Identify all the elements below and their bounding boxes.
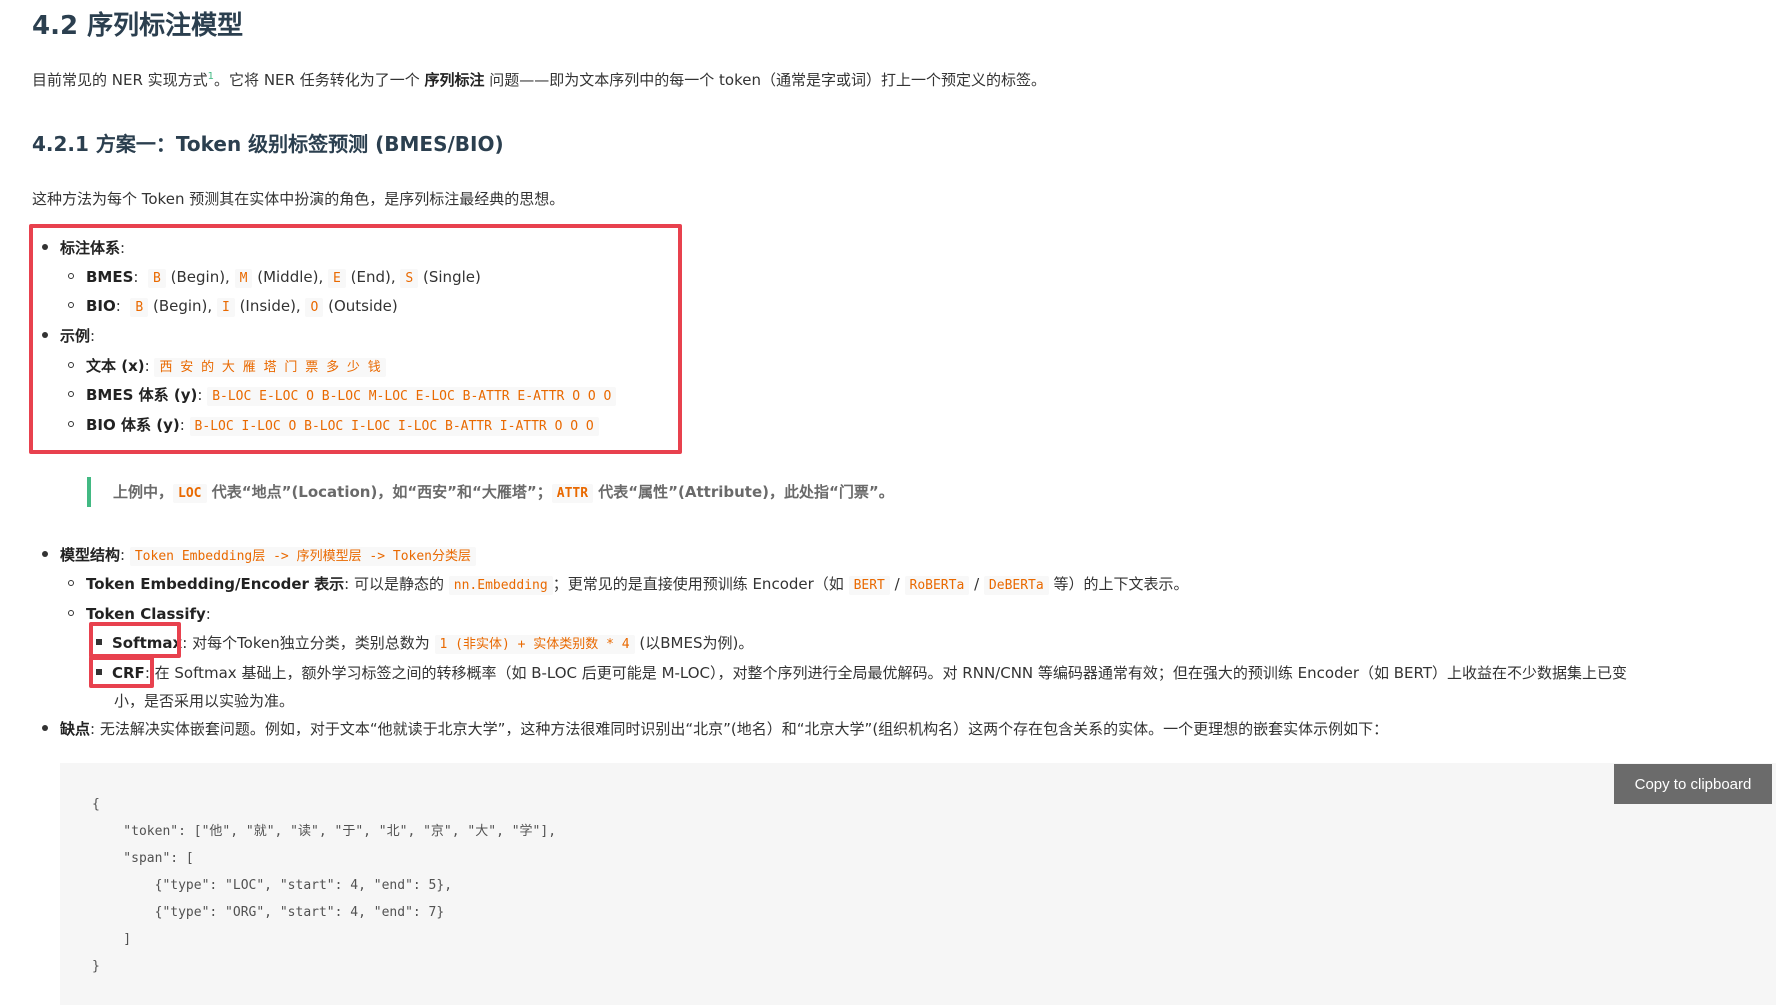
highlight-box-annotation [29,224,682,454]
list-item-embedding: Token Embedding/Encoder 表示: 可以是静态的 nn.Em… [68,573,1189,597]
code-content[interactable]: { "token": ["他", "就", "读", "于", "北", "京"… [92,791,556,980]
highlight-box-softmax [89,622,181,658]
section-heading: 4.2 序列标注模型 [32,11,244,41]
list-item-crf-continuation: 小，是否采用以实验为准。 [114,692,295,710]
copy-to-clipboard-button[interactable]: Copy to clipboard [1614,764,1772,804]
list-item-drawback: 缺点: 无法解决实体嵌套问题。例如，对于文本“他就读于北京大学”，这种方法很难同… [42,718,1388,740]
code-block[interactable]: { "token": ["他", "就", "读", "于", "北", "京"… [60,763,1776,1005]
document-page: 4.2 序列标注模型 目前常见的 NER 实现方式1。它将 NER 任务转化为了… [0,0,1776,1005]
highlight-box-crf [89,656,154,688]
list-item-crf: CRF: 在 Softmax 基础上，额外学习标签之间的转移概率（如 B-LOC… [96,662,1627,684]
blockquote-bar [87,477,91,507]
list-item-model: 模型结构: Token Embedding层 -> 序列模型层 -> Token… [42,544,477,568]
intro-paragraph: 目前常见的 NER 实现方式1。它将 NER 任务转化为了一个 序列标注 问题—… [32,71,1046,89]
subsection-heading: 4.2.1 方案一：Token 级别标签预测 (BMES/BIO) [32,132,504,156]
blockquote-note: 上例中， LOC 代表“地点”(Location)，如“西安”和“大雁塔”； ATT… [113,483,894,503]
method-description: 这种方法为每个 Token 预测其在实体中扮演的角色，是序列标注最经典的思想。 [32,190,565,208]
list-item-softmax: Softmax: 对每个Token独立分类，类别总数为 1 (非实体) + 实体… [96,632,753,656]
